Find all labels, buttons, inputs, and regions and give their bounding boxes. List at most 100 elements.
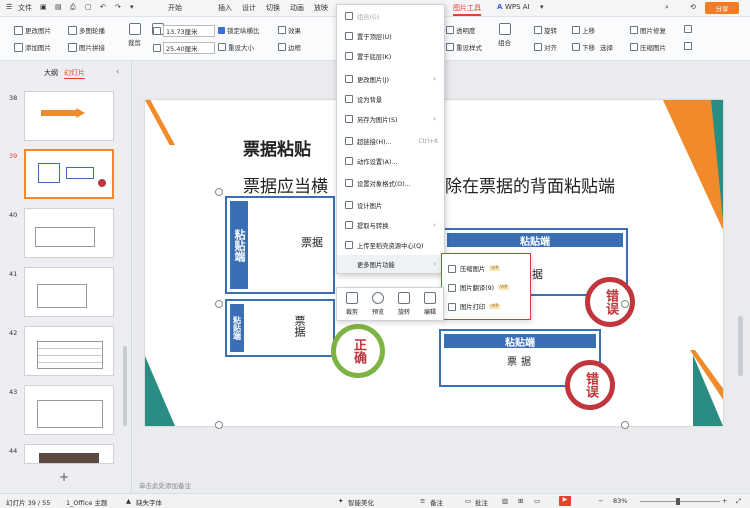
tab-slides[interactable]: 幻灯片 (64, 68, 85, 79)
border-button[interactable]: 边框 (278, 42, 301, 52)
beautify-button[interactable]: 智能美化 (348, 497, 374, 507)
tab-design[interactable]: 设计 (242, 3, 256, 13)
slide-thumbnail[interactable] (24, 444, 114, 464)
menu-item-save-as-picture[interactable]: 另存为图片(S) › (337, 110, 444, 128)
v-scrollbar[interactable] (738, 316, 743, 376)
sorter-view-icon[interactable]: ⊞ (518, 497, 523, 505)
menu-item-format-object[interactable]: 设置对象格式(O)... (337, 174, 444, 192)
select-button[interactable]: 选择 (600, 42, 613, 52)
zoom-slider[interactable] (640, 501, 720, 502)
menu-item-extract-convert[interactable]: 提取与转换 › (337, 216, 444, 234)
resize-handle[interactable] (215, 421, 223, 429)
multi-outline-button[interactable]: 多图轮播 (68, 25, 105, 35)
notes-placeholder[interactable]: 单击此处添加备注 (139, 480, 191, 490)
menu-item-hyperlink[interactable]: 超链接(H)... Ctrl+K (337, 132, 444, 150)
combine-button[interactable]: 组合 (498, 23, 511, 47)
height-field[interactable]: 25.40厘米 (153, 42, 215, 54)
tab-slideshow[interactable]: 放映 (314, 3, 328, 13)
sidebar-scrollbar[interactable] (123, 346, 127, 426)
resize-handle[interactable] (621, 421, 629, 429)
align-button[interactable]: 对齐 (534, 42, 557, 52)
width-value[interactable]: 13.73厘米 (163, 25, 215, 37)
bill-image-1[interactable]: 粘贴端 票据 (225, 196, 335, 294)
quick-preview-button[interactable]: 预览 (366, 292, 390, 316)
menu-item-design-picture[interactable]: 设计图片 (337, 196, 444, 214)
preview-icon[interactable]: ▢ (85, 3, 92, 11)
change-picture-button[interactable]: 更改图片 (14, 25, 51, 35)
menu-icon[interactable]: ☰ (6, 3, 12, 11)
reset-size-button[interactable]: 重设大小 (218, 42, 254, 52)
tab-transition[interactable]: 切换 (266, 3, 280, 13)
menu-item-change-picture[interactable]: 更改图片(J) › (337, 70, 444, 88)
zoom-in-icon[interactable]: + (722, 497, 727, 505)
menu-item-bring-front[interactable]: 置于顶层(U) (337, 27, 444, 45)
missing-font[interactable]: 缺失字体 (136, 497, 162, 507)
crop-button[interactable]: 裁剪 (128, 23, 141, 47)
more-icon[interactable]: ▾ (130, 3, 134, 11)
print-icon[interactable]: ⎙ (70, 3, 76, 12)
collapse-icon[interactable]: ‹ (116, 67, 119, 76)
normal-view-icon[interactable]: ▥ (502, 497, 508, 505)
quick-crop-button[interactable]: 裁剪 (340, 292, 364, 316)
width-field[interactable]: 13.73厘米 (153, 25, 215, 37)
menu-item-send-back[interactable]: 置于底层(K) (337, 47, 444, 65)
rotate-button[interactable]: 旋转 (534, 25, 557, 35)
move-down-button[interactable]: 下移 (572, 42, 595, 52)
notes-button[interactable]: 备注 (430, 497, 443, 507)
add-slide-button[interactable]: + (59, 470, 69, 484)
open-icon[interactable]: ▤ (55, 3, 62, 11)
reset-style-button[interactable]: 重设样式 (446, 42, 482, 52)
zoom-out-icon[interactable]: − (598, 497, 603, 505)
dropdown-icon[interactable]: ▾ (540, 3, 544, 11)
comment-button[interactable]: 批注 (475, 497, 488, 507)
resize-handle[interactable] (215, 188, 223, 196)
effect-button[interactable]: 效果 (278, 25, 301, 35)
resize-handle[interactable] (621, 300, 629, 308)
picture-more-button[interactable] (684, 25, 692, 33)
move-up-button[interactable]: 上移 (572, 25, 595, 35)
resize-handle[interactable] (215, 300, 223, 308)
quick-edit-button[interactable]: 编辑 (418, 292, 442, 316)
share-button[interactable]: 分享 (705, 2, 739, 14)
tab-picture-tools[interactable]: 图片工具 (453, 3, 481, 16)
lock-ratio-checkbox[interactable]: 锁定纵横比 (218, 25, 260, 35)
undo-icon[interactable]: ↶ (100, 3, 106, 11)
slide-thumbnail-selected[interactable] (24, 149, 114, 199)
slide-thumbnail[interactable] (24, 267, 114, 317)
picture-repair-button[interactable]: 图片修复 (630, 25, 666, 35)
theme-name[interactable]: 1_Office 主题 (66, 497, 107, 507)
h-scrollbar[interactable] (139, 461, 739, 469)
height-value[interactable]: 25.40厘米 (163, 42, 215, 54)
slide-thumbnail[interactable] (24, 385, 114, 435)
add-picture-button[interactable]: 添加图片 (14, 42, 51, 52)
zoom-slider-thumb[interactable] (676, 498, 680, 505)
tab-outline[interactable]: 大纲 (44, 68, 58, 78)
history-icon[interactable]: ⟲ (690, 3, 696, 11)
submenu-item-print[interactable]: 图片打印 VIP (448, 302, 501, 311)
save-icon[interactable]: ▣ (40, 3, 47, 11)
fit-icon[interactable]: ⤢ (736, 497, 741, 506)
reading-view-icon[interactable]: ▭ (534, 497, 540, 505)
menu-item-action-settings[interactable]: 动作设置(A)... (337, 152, 444, 170)
picture-splice-button[interactable]: 图片拼接 (68, 42, 105, 52)
submenu-item-compress[interactable]: 压缩图片 VIP (448, 264, 501, 273)
menu-item-group[interactable]: 组合(G) (337, 7, 444, 25)
slide-thumbnail[interactable] (24, 208, 114, 258)
menu-item-set-background[interactable]: 设为背景 (337, 90, 444, 108)
tab-insert[interactable]: 插入 (218, 3, 232, 13)
picture-extra-button[interactable] (684, 42, 692, 50)
tab-home[interactable]: 开始 (168, 3, 182, 13)
quick-rotate-button[interactable]: 旋转 (392, 292, 416, 316)
compress-picture-button[interactable]: 压缩图片 (630, 42, 666, 52)
menu-item-upload[interactable]: 上传至稻壳资源中心(Q) (337, 236, 444, 254)
submenu-item-translate[interactable]: 图片翻译(9) VIP (448, 283, 510, 292)
transparency-button[interactable]: 透明度 (446, 25, 476, 35)
zoom-level[interactable]: 83% (613, 497, 627, 505)
slide-thumbnail[interactable] (24, 326, 114, 376)
menu-file[interactable]: 文件 (18, 3, 32, 13)
search-icon[interactable]: ⌕ (665, 3, 669, 12)
slide-thumbnail[interactable] (24, 91, 114, 141)
play-icon[interactable]: ▶ (559, 496, 571, 506)
wps-ai-icon[interactable]: A (497, 3, 502, 11)
redo-icon[interactable]: ↷ (115, 3, 121, 11)
